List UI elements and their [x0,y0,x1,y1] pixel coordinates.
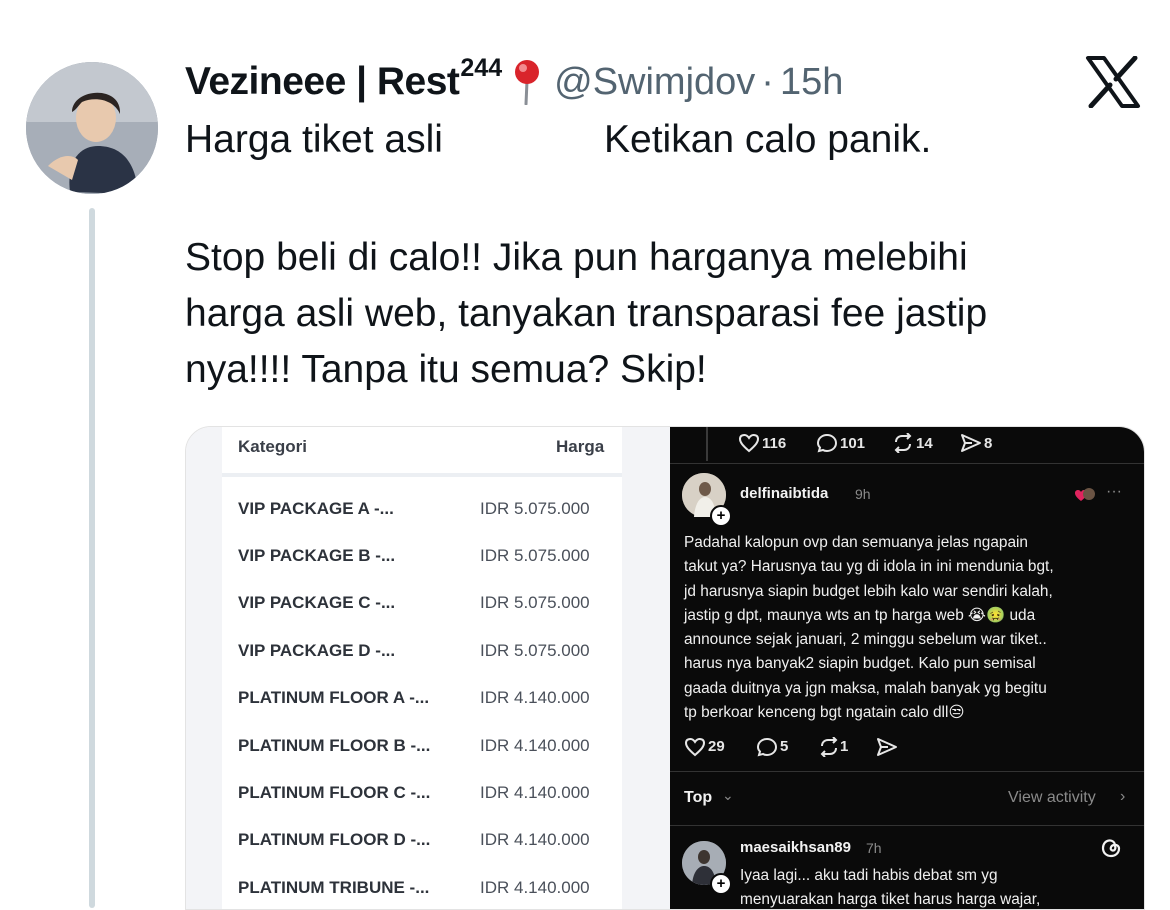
tweet-body-text: Stop beli di calo!! Jika pun harganya me… [185,236,988,391]
ticket-category: PLATINUM FLOOR D -... [238,830,431,849]
heart-icon [738,433,760,453]
ticket-category: VIP PACKAGE B -... [238,546,396,565]
thread-connector-line [89,208,95,908]
chevron-right-icon: › [1120,788,1126,805]
ticket-category: PLATINUM FLOOR C -... [238,783,431,802]
ticket-price: IDR 5.075.000 [480,499,590,518]
ticket-category: PLATINUM TRIBUNE -... [238,878,430,897]
tweet-text-right-caption: Ketikan calo panik. [604,118,932,161]
share-count: 8 [984,435,993,452]
repost-icon[interactable] [818,737,840,757]
table-row: PLATINUM TRIBUNE -... IDR 4.140.000 [222,864,622,909]
chevron-down-icon[interactable]: ⌄ [722,787,734,804]
ticket-price: IDR 4.140.000 [480,830,590,849]
separator-dot: · [761,60,774,103]
ticket-category: VIP PACKAGE D -... [238,641,396,660]
ticket-price: IDR 5.075.000 [480,641,590,660]
divider [670,825,1144,826]
divider [670,463,1144,464]
comment-time: 9h [855,486,871,502]
x-logo-icon[interactable] [1085,55,1141,109]
follow-plus-icon[interactable]: + [710,873,732,895]
user-handle[interactable]: @Swimjdov [554,61,755,104]
table-row: PLATINUM FLOOR D -... IDR 4.140.000 [222,816,622,863]
avatar-photo [26,62,158,194]
threads-logo-icon[interactable] [1100,837,1122,859]
table-row: VIP PACKAGE A -... IDR 5.075.000 [222,485,622,532]
table-row: PLATINUM FLOOR C -... IDR 4.140.000 [222,769,622,816]
comment-text: Padahal kalopun ovp dan semuanya jelas n… [684,534,1054,722]
table-row: VIP PACKAGE D -... IDR 5.075.000 [222,627,622,674]
ticket-category: VIP PACKAGE A -... [238,499,394,518]
sort-selector[interactable]: Top [684,789,712,807]
price-table-header: Kategori Harga [222,427,622,477]
comment-repost-count: 1 [840,738,849,755]
table-row: VIP PACKAGE B -... IDR 5.075.000 [222,532,622,579]
follow-plus-icon[interactable]: + [710,505,732,527]
media-image-price-table[interactable]: Kategori Harga VIP PACKAGE A -... IDR 5.… [186,427,670,909]
column-header-category: Kategori [238,437,307,456]
display-name[interactable]: Vezineee | Rest [185,60,460,104]
tweet-timestamp[interactable]: 15h [780,61,843,104]
repost-count: 14 [916,435,933,452]
view-activity-link[interactable]: View activity [1008,789,1096,807]
ticket-price: IDR 4.140.000 [480,736,590,755]
comment-time: 7h [866,840,882,856]
table-row: VIP PACKAGE C -... IDR 5.075.000 [222,579,622,626]
share-icon[interactable] [876,737,898,757]
ticket-price: IDR 5.075.000 [480,546,590,565]
repost-icon [894,433,912,453]
ticket-price: IDR 4.140.000 [480,878,590,897]
tweet-header: Vezineee | Rest 244 @Swimjdov · 15h [185,52,843,112]
share-icon [961,434,981,452]
liked-by-author-icon [1075,488,1095,501]
user-avatar[interactable] [26,62,158,194]
price-table-card: Kategori Harga VIP PACKAGE A -... IDR 5.… [222,427,622,909]
column-header-price: Harga [556,437,605,456]
more-options-icon[interactable]: ··· [1106,483,1122,501]
reply-bubble-icon [816,433,838,453]
ticket-price: IDR 5.075.000 [480,593,590,612]
like-count: 116 [762,435,787,452]
media-image-threads-screenshot[interactable]: 116 101 14 8 + delfinaibtida 9h ··· Pada… [670,427,1144,909]
reply-count: 101 [840,435,866,452]
ticket-category: VIP PACKAGE C -... [238,593,396,612]
ticket-category: PLATINUM FLOOR A -... [238,688,430,707]
display-name-superscript: 244 [460,53,503,82]
comment-username[interactable]: maesaikhsan89 [740,839,851,856]
ticket-category: PLATINUM FLOOR B -... [238,736,431,755]
comment-reply-count: 5 [780,738,789,755]
tweet-text-left-caption: Harga tiket asli [185,118,443,161]
heart-icon[interactable] [684,737,706,757]
comment-username[interactable]: delfinaibtida [740,485,828,502]
table-row: PLATINUM FLOOR A -... IDR 4.140.000 [222,674,622,721]
ticket-price: IDR 4.140.000 [480,688,590,707]
divider [670,771,1144,772]
table-row: PLATINUM FLOOR B -... IDR 4.140.000 [222,722,622,769]
reply-thread-line [706,427,708,461]
comment-text-line: Iyaa lagi... aku tadi habis debat sm yg [740,867,998,884]
tweet-media-container[interactable]: Kategori Harga VIP PACKAGE A -... IDR 5.… [185,426,1145,910]
reply-bubble-icon[interactable] [756,737,778,757]
comment-text-line: menyuarakan harga tiket harus harga waja… [740,891,1041,908]
comment-like-count: 29 [708,738,725,755]
round-pushpin-icon [512,59,542,106]
ticket-price: IDR 4.140.000 [480,783,590,802]
